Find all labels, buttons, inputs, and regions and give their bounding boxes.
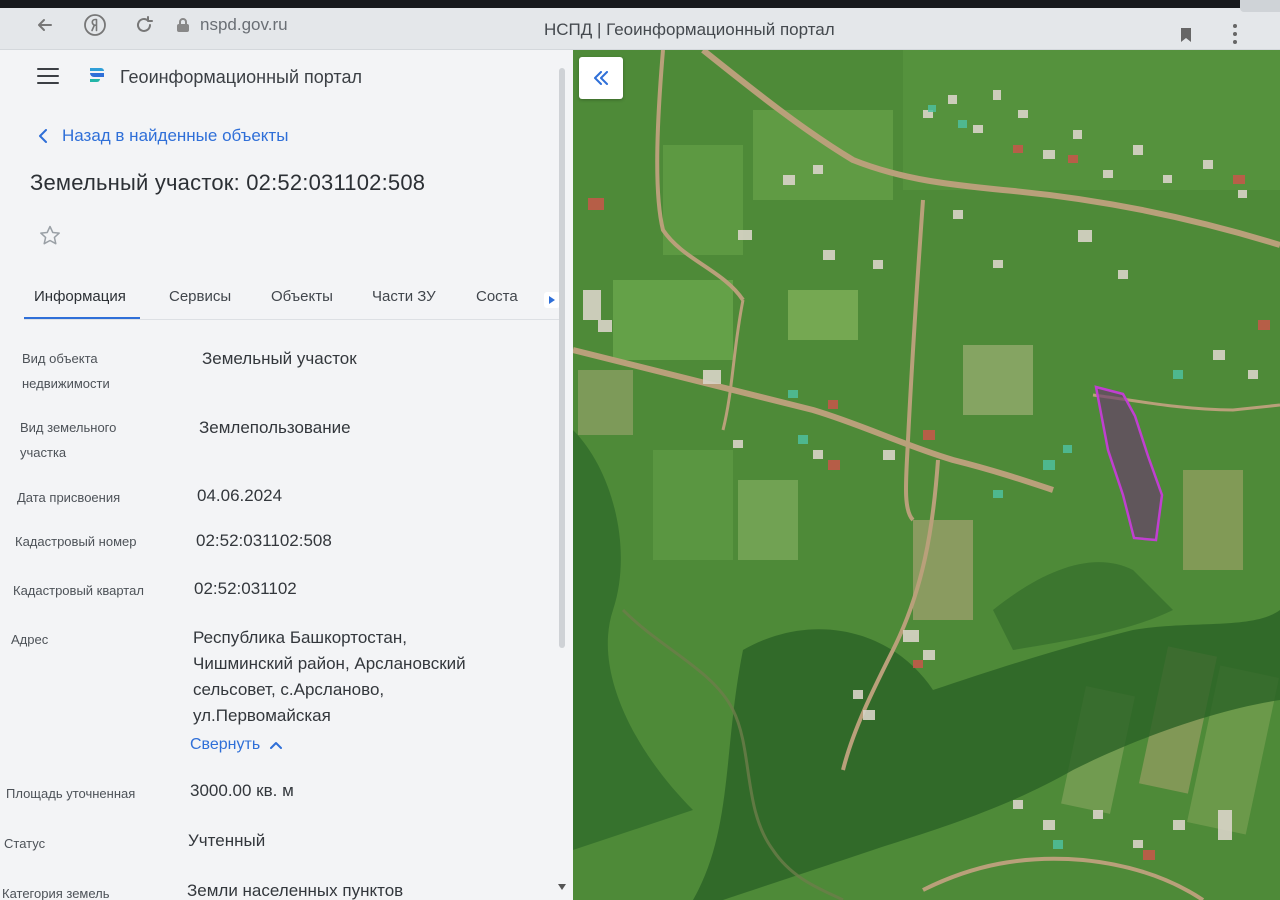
tab-services[interactable]: Сервисы	[169, 288, 231, 305]
cadastral-block-label: Кадастровый квартал	[13, 583, 144, 598]
favorite-star-icon[interactable]	[38, 224, 62, 248]
status-label: Статус	[4, 836, 46, 851]
screen: nspd.gov.ru НСПД | Геоинформационный пор…	[0, 0, 1280, 900]
collapse-address-link[interactable]: Свернуть	[190, 736, 283, 754]
object-title: Земельный участок: 02:52:031102:508	[30, 170, 426, 195]
back-arrow-icon[interactable]	[32, 12, 58, 38]
tab-bar: Информация Сервисы Объекты Части ЗУ Сост…	[24, 280, 560, 320]
portal-name: Геоинформационный портал	[120, 67, 362, 87]
object-type-value: Земельный участок	[202, 349, 357, 368]
reload-icon[interactable]	[131, 12, 157, 38]
status-value: Учтенный	[188, 831, 266, 850]
collapse-label: Свернуть	[190, 736, 261, 753]
back-to-results-link[interactable]: Назад в найденные объекты	[38, 126, 288, 146]
satellite-map[interactable]	[573, 50, 1280, 900]
browser-page-title: НСПД | Геоинформационный портал	[544, 20, 835, 39]
land-type-label: Вид земельного участка	[20, 420, 117, 460]
bookmark-icon[interactable]	[1180, 27, 1192, 43]
category-label: Категория земель	[2, 886, 110, 900]
url-text: nspd.gov.ru	[200, 15, 288, 34]
tab-parts[interactable]: Части ЗУ	[372, 288, 436, 305]
monitor-bezel	[0, 0, 1280, 12]
browser-menu-icon[interactable]	[1232, 24, 1238, 44]
tab-information[interactable]: Информация	[34, 288, 126, 305]
area-value: 3000.00 кв. м	[190, 781, 294, 800]
yandex-icon[interactable]	[82, 12, 108, 38]
map-imagery	[573, 50, 1280, 900]
active-tab-indicator	[24, 317, 140, 319]
date-label: Дата присвоения	[17, 490, 121, 505]
collapse-panel-button[interactable]	[579, 57, 623, 99]
tab-composition[interactable]: Соста	[476, 288, 518, 305]
tab-objects[interactable]: Объекты	[271, 288, 333, 305]
cadastral-block-value[interactable]: 02:52:031102	[194, 576, 297, 602]
category-value: Земли населенных пунктов	[187, 881, 404, 900]
menu-icon[interactable]	[37, 68, 59, 84]
back-link-label: Назад в найденные объекты	[62, 126, 289, 145]
panel-scrollbar[interactable]	[556, 58, 568, 898]
double-chevron-left-icon	[594, 71, 608, 85]
date-value: 04.06.2024	[197, 486, 283, 505]
chevron-up-icon	[270, 742, 283, 749]
address-value: Республика Башкортостан, Чишминский райо…	[193, 628, 466, 725]
lock-icon	[177, 18, 189, 32]
object-type-label: Вид объекта недвижимости	[22, 351, 110, 391]
scrollbar-thumb[interactable]	[559, 68, 565, 648]
cadastral-number-value[interactable]: 02:52:031102:508	[196, 528, 332, 554]
cadastral-number-label: Кадастровый номер	[15, 534, 137, 549]
triangle-right-icon	[549, 296, 555, 304]
address-label: Адрес	[11, 632, 49, 647]
object-info-panel: Геоинформационный портал Назад в найденн…	[0, 50, 573, 900]
chevron-left-icon	[39, 129, 47, 143]
portal-logo-icon	[90, 68, 104, 82]
address-bar[interactable]: nspd.gov.ru	[176, 10, 326, 40]
scroll-down-arrow-icon[interactable]	[556, 884, 568, 894]
area-label: Площадь уточненная	[6, 786, 136, 801]
land-type-value: Землепользование	[199, 418, 351, 437]
